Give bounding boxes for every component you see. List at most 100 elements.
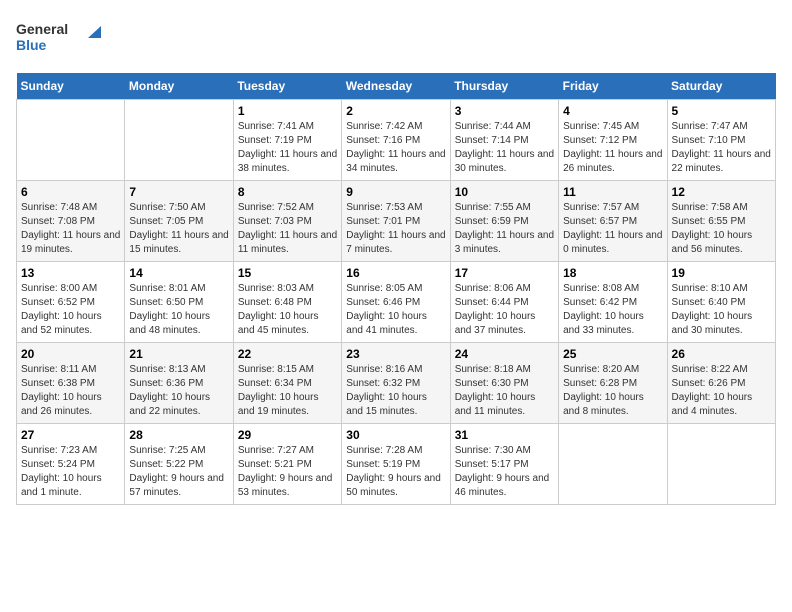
day-number: 5 bbox=[672, 104, 771, 118]
day-number: 13 bbox=[21, 266, 120, 280]
svg-text:Blue: Blue bbox=[16, 37, 47, 53]
calendar-cell: 18 Sunrise: 8:08 AM Sunset: 6:42 PM Dayli… bbox=[559, 262, 667, 343]
day-number: 14 bbox=[129, 266, 228, 280]
day-number: 16 bbox=[346, 266, 445, 280]
day-number: 7 bbox=[129, 185, 228, 199]
day-number: 28 bbox=[129, 428, 228, 442]
day-info: Sunrise: 8:16 AM Sunset: 6:32 PM Dayligh… bbox=[346, 363, 445, 419]
day-info: Sunrise: 7:23 AM Sunset: 5:24 PM Dayligh… bbox=[21, 444, 120, 500]
day-of-week-header: Thursday bbox=[450, 73, 558, 100]
day-number: 2 bbox=[346, 104, 445, 118]
calendar-cell: 16 Sunrise: 8:05 AM Sunset: 6:46 PM Dayli… bbox=[342, 262, 450, 343]
day-info: Sunrise: 8:05 AM Sunset: 6:46 PM Dayligh… bbox=[346, 282, 445, 338]
day-number: 9 bbox=[346, 185, 445, 199]
day-info: Sunrise: 8:13 AM Sunset: 6:36 PM Dayligh… bbox=[129, 363, 228, 419]
calendar-cell: 22Sunrise: 8:15 AM Sunset: 6:34 PM Dayli… bbox=[233, 343, 341, 424]
day-info: Sunrise: 7:48 AM Sunset: 7:08 PM Dayligh… bbox=[21, 201, 120, 257]
calendar-week-row: 13 Sunrise: 8:00 AM Sunset: 6:52 PM Dayli… bbox=[17, 262, 776, 343]
day-number: 20 bbox=[21, 347, 120, 361]
calendar-cell: 17 Sunrise: 8:06 AM Sunset: 6:44 PM Dayli… bbox=[450, 262, 558, 343]
calendar-cell: 9 Sunrise: 7:53 AM Sunset: 7:01 PM Daylig… bbox=[342, 181, 450, 262]
calendar-cell: 30Sunrise: 7:28 AM Sunset: 5:19 PM Dayli… bbox=[342, 424, 450, 505]
day-info: Sunrise: 8:08 AM Sunset: 6:42 PM Dayligh… bbox=[563, 282, 662, 338]
day-info: Sunrise: 7:53 AM Sunset: 7:01 PM Dayligh… bbox=[346, 201, 445, 257]
calendar-cell: 7 Sunrise: 7:50 AM Sunset: 7:05 PM Daylig… bbox=[125, 181, 233, 262]
calendar-week-row: 6 Sunrise: 7:48 AM Sunset: 7:08 PM Daylig… bbox=[17, 181, 776, 262]
day-number: 8 bbox=[238, 185, 337, 199]
day-of-week-header: Wednesday bbox=[342, 73, 450, 100]
day-info: Sunrise: 7:28 AM Sunset: 5:19 PM Dayligh… bbox=[346, 444, 445, 500]
day-number: 21 bbox=[129, 347, 228, 361]
day-info: Sunrise: 8:06 AM Sunset: 6:44 PM Dayligh… bbox=[455, 282, 554, 338]
day-info: Sunrise: 8:20 AM Sunset: 6:28 PM Dayligh… bbox=[563, 363, 662, 419]
calendar-week-row: 27 Sunrise: 7:23 AM Sunset: 5:24 PM Dayli… bbox=[17, 424, 776, 505]
calendar-cell: 19 Sunrise: 8:10 AM Sunset: 6:40 PM Dayli… bbox=[667, 262, 775, 343]
day-of-week-header: Sunday bbox=[17, 73, 125, 100]
calendar-cell: 10 Sunrise: 7:55 AM Sunset: 6:59 PM Dayli… bbox=[450, 181, 558, 262]
day-info: Sunrise: 7:45 AM Sunset: 7:12 PM Dayligh… bbox=[563, 120, 662, 176]
day-info: Sunrise: 8:00 AM Sunset: 6:52 PM Dayligh… bbox=[21, 282, 120, 338]
calendar-cell bbox=[125, 100, 233, 181]
day-info: Sunrise: 7:25 AM Sunset: 5:22 PM Dayligh… bbox=[129, 444, 228, 500]
calendar-cell: 4 Sunrise: 7:45 AM Sunset: 7:12 PM Daylig… bbox=[559, 100, 667, 181]
day-info: Sunrise: 8:11 AM Sunset: 6:38 PM Dayligh… bbox=[21, 363, 120, 419]
day-info: Sunrise: 8:18 AM Sunset: 6:30 PM Dayligh… bbox=[455, 363, 554, 419]
day-info: Sunrise: 7:50 AM Sunset: 7:05 PM Dayligh… bbox=[129, 201, 228, 257]
day-number: 10 bbox=[455, 185, 554, 199]
day-info: Sunrise: 7:41 AM Sunset: 7:19 PM Dayligh… bbox=[238, 120, 337, 176]
day-info: Sunrise: 8:22 AM Sunset: 6:26 PM Dayligh… bbox=[672, 363, 771, 419]
calendar-cell: 27 Sunrise: 7:23 AM Sunset: 5:24 PM Dayli… bbox=[17, 424, 125, 505]
calendar-cell: 2 Sunrise: 7:42 AM Sunset: 7:16 PM Daylig… bbox=[342, 100, 450, 181]
day-number: 1 bbox=[238, 104, 337, 118]
day-info: Sunrise: 7:47 AM Sunset: 7:10 PM Dayligh… bbox=[672, 120, 771, 176]
calendar-cell: 20 Sunrise: 8:11 AM Sunset: 6:38 PM Dayli… bbox=[17, 343, 125, 424]
day-info: Sunrise: 7:44 AM Sunset: 7:14 PM Dayligh… bbox=[455, 120, 554, 176]
day-number: 18 bbox=[563, 266, 662, 280]
calendar-cell: 21 Sunrise: 8:13 AM Sunset: 6:36 PM Dayli… bbox=[125, 343, 233, 424]
calendar-cell: 6 Sunrise: 7:48 AM Sunset: 7:08 PM Daylig… bbox=[17, 181, 125, 262]
calendar-cell: 29 Sunrise: 7:27 AM Sunset: 5:21 PM Dayli… bbox=[233, 424, 341, 505]
day-number: 26 bbox=[672, 347, 771, 361]
day-number: 25 bbox=[563, 347, 662, 361]
day-number: 29 bbox=[238, 428, 337, 442]
calendar-cell: 26 Sunrise: 8:22 AM Sunset: 6:26 PM Dayli… bbox=[667, 343, 775, 424]
calendar-cell: 14 Sunrise: 8:01 AM Sunset: 6:50 PM Dayli… bbox=[125, 262, 233, 343]
calendar-table: SundayMondayTuesdayWednesdayThursdayFrid… bbox=[16, 73, 776, 505]
day-number: 12 bbox=[672, 185, 771, 199]
calendar-cell: 3 Sunrise: 7:44 AM Sunset: 7:14 PM Daylig… bbox=[450, 100, 558, 181]
day-info: Sunrise: 7:57 AM Sunset: 6:57 PM Dayligh… bbox=[563, 201, 662, 257]
calendar-week-row: 1 Sunrise: 7:41 AM Sunset: 7:19 PM Daylig… bbox=[17, 100, 776, 181]
day-number: 4 bbox=[563, 104, 662, 118]
day-of-week-header: Saturday bbox=[667, 73, 775, 100]
day-info: Sunrise: 8:10 AM Sunset: 6:40 PM Dayligh… bbox=[672, 282, 771, 338]
day-number: 3 bbox=[455, 104, 554, 118]
calendar-cell: 28 Sunrise: 7:25 AM Sunset: 5:22 PM Dayli… bbox=[125, 424, 233, 505]
calendar-cell: 11 Sunrise: 7:57 AM Sunset: 6:57 PM Dayli… bbox=[559, 181, 667, 262]
calendar-cell: 24Sunrise: 8:18 AM Sunset: 6:30 PM Dayli… bbox=[450, 343, 558, 424]
calendar-cell: 13 Sunrise: 8:00 AM Sunset: 6:52 PM Dayli… bbox=[17, 262, 125, 343]
calendar-cell: 8 Sunrise: 7:52 AM Sunset: 7:03 PM Daylig… bbox=[233, 181, 341, 262]
calendar-cell: 25 Sunrise: 8:20 AM Sunset: 6:28 PM Dayli… bbox=[559, 343, 667, 424]
day-number: 17 bbox=[455, 266, 554, 280]
day-info: Sunrise: 7:30 AM Sunset: 5:17 PM Dayligh… bbox=[455, 444, 554, 500]
page-header: General Blue bbox=[16, 16, 776, 61]
day-info: Sunrise: 7:27 AM Sunset: 5:21 PM Dayligh… bbox=[238, 444, 337, 500]
calendar-header-row: SundayMondayTuesdayWednesdayThursdayFrid… bbox=[17, 73, 776, 100]
logo: General Blue bbox=[16, 16, 116, 61]
day-number: 15 bbox=[238, 266, 337, 280]
calendar-cell bbox=[667, 424, 775, 505]
day-info: Sunrise: 7:42 AM Sunset: 7:16 PM Dayligh… bbox=[346, 120, 445, 176]
calendar-cell: 31 Sunrise: 7:30 AM Sunset: 5:17 PM Dayli… bbox=[450, 424, 558, 505]
calendar-cell: 23Sunrise: 8:16 AM Sunset: 6:32 PM Dayli… bbox=[342, 343, 450, 424]
day-info: Sunrise: 8:01 AM Sunset: 6:50 PM Dayligh… bbox=[129, 282, 228, 338]
day-number: 6 bbox=[21, 185, 120, 199]
day-number: 11 bbox=[563, 185, 662, 199]
calendar-cell bbox=[17, 100, 125, 181]
day-of-week-header: Monday bbox=[125, 73, 233, 100]
day-info: Sunrise: 7:55 AM Sunset: 6:59 PM Dayligh… bbox=[455, 201, 554, 257]
day-number: 27 bbox=[21, 428, 120, 442]
day-number: 19 bbox=[672, 266, 771, 280]
day-info: Sunrise: 7:52 AM Sunset: 7:03 PM Dayligh… bbox=[238, 201, 337, 257]
calendar-week-row: 20 Sunrise: 8:11 AM Sunset: 6:38 PM Dayli… bbox=[17, 343, 776, 424]
day-number: 31 bbox=[455, 428, 554, 442]
